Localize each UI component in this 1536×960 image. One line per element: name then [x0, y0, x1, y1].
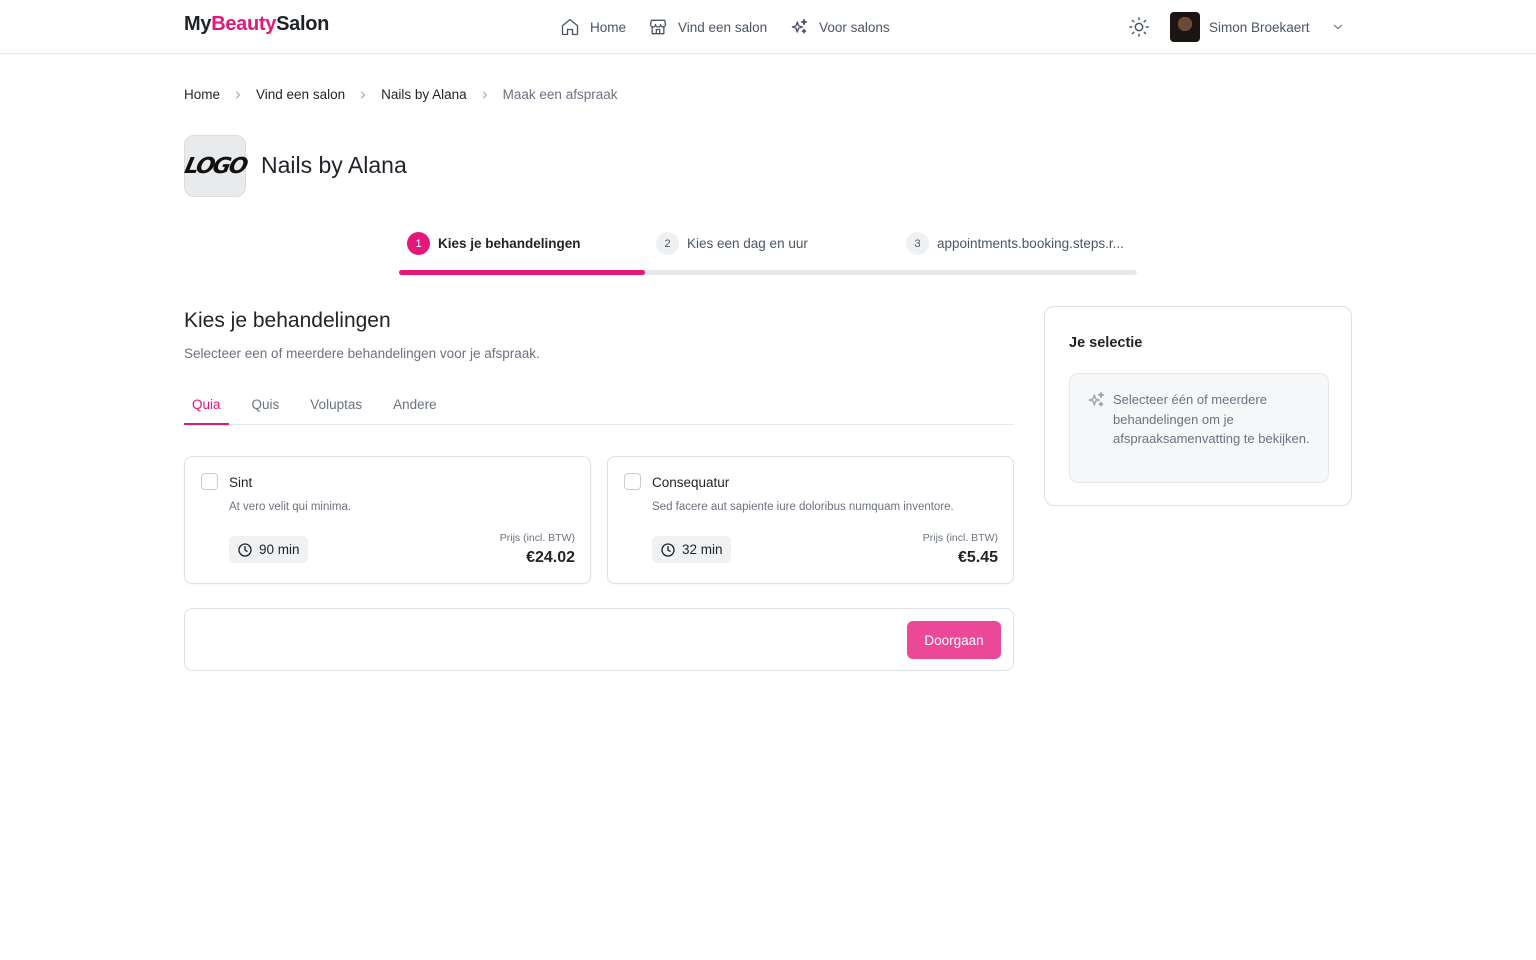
nav-home[interactable]: Home — [560, 15, 626, 39]
selection-empty-state: Selecteer één of meerdere behandelingen … — [1069, 373, 1329, 483]
treatment-card[interactable]: Sint At vero velit qui minima. 90 min Pr… — [184, 456, 591, 584]
tab-voluptas[interactable]: Voluptas — [302, 386, 370, 425]
selection-panel: Je selectie Selecteer één of meerdere be… — [1044, 306, 1352, 506]
price-label: Prijs (incl. BTW) — [922, 532, 998, 544]
breadcrumb-current: Maak een afspraak — [502, 87, 618, 102]
treatment-checkbox[interactable] — [201, 473, 218, 490]
step-number: 2 — [656, 232, 679, 255]
brand-logo[interactable]: MyBeautySalon — [184, 13, 329, 36]
sparkles-icon — [791, 18, 808, 34]
treatment-description: At vero velit qui minima. — [229, 501, 352, 513]
selection-empty-text: Selecteer één of meerdere behandelingen … — [1113, 392, 1310, 446]
chevron-right-icon — [236, 91, 241, 98]
chevron-right-icon — [361, 91, 366, 98]
salon-name: Nails by Alana — [261, 152, 407, 178]
step-number: 1 — [407, 232, 430, 255]
nav-home-label: Home — [590, 19, 627, 35]
step-label: appointments.booking.steps.r... — [937, 236, 1124, 251]
treatment-name: Sint — [229, 475, 253, 490]
duration-text: 90 min — [259, 542, 300, 557]
duration-badge: 90 min — [229, 536, 308, 563]
treatment-description: Sed facere aut sapiente iure doloribus n… — [652, 501, 954, 513]
treatment-name: Consequatur — [652, 475, 730, 490]
brand-prefix: My — [184, 13, 212, 35]
booking-stepper: 1 Kies je behandelingen 2 Kies een dag e… — [399, 232, 1137, 276]
treatment-card[interactable]: Consequatur Sed facere aut sapiente iure… — [607, 456, 1014, 584]
home-icon — [561, 18, 579, 36]
step-treatments[interactable]: 1 Kies je behandelingen — [407, 232, 581, 255]
nav-for-salons-label: Voor salons — [819, 19, 890, 35]
step-progress-track — [399, 270, 1137, 275]
tab-andere[interactable]: Andere — [385, 386, 445, 425]
action-bar: Doorgaan — [184, 608, 1014, 671]
brand-suffix: Salon — [276, 13, 330, 35]
category-tabs: Quia Quis Voluptas Andere — [184, 386, 1014, 425]
avatar — [1170, 12, 1200, 42]
store-icon — [649, 19, 667, 35]
nav-find-salon-label: Vind een salon — [678, 19, 768, 35]
price-value: €24.02 — [526, 549, 575, 566]
price-label: Prijs (incl. BTW) — [499, 532, 575, 544]
clock-icon — [238, 542, 252, 557]
main-nav: Home Vind een salon Voor salons — [560, 15, 890, 39]
chevron-right-icon — [482, 91, 487, 98]
step-review[interactable]: 3 appointments.booking.steps.r... — [906, 232, 1124, 255]
salon-logo-text: LOGO — [181, 153, 249, 179]
duration-text: 32 min — [682, 542, 723, 557]
step-progress-fill — [399, 270, 645, 275]
step-label: Kies je behandelingen — [438, 236, 581, 251]
nav-for-salons[interactable]: Voor salons — [789, 15, 890, 39]
breadcrumb-find-salon[interactable]: Vind een salon — [256, 87, 345, 102]
tab-quis[interactable]: Quis — [244, 386, 288, 425]
price-value: €5.45 — [957, 549, 998, 566]
continue-button[interactable]: Doorgaan — [907, 621, 1001, 659]
step-number: 3 — [906, 232, 929, 255]
sun-icon[interactable] — [1128, 16, 1150, 38]
selection-title: Je selectie — [1069, 335, 1143, 351]
clock-icon — [661, 542, 675, 557]
sparkles-icon — [1088, 391, 1105, 407]
breadcrumb-home[interactable]: Home — [184, 87, 220, 102]
duration-badge: 32 min — [652, 536, 731, 563]
chevron-down-icon — [1333, 24, 1342, 30]
brand-accent: Beauty — [211, 13, 277, 35]
section-title: Kies je behandelingen — [184, 309, 391, 332]
breadcrumb-salon[interactable]: Nails by Alana — [381, 87, 467, 102]
top-navbar: MyBeautySalon Home Vind een salon Voor s… — [0, 0, 1536, 54]
tab-quia[interactable]: Quia — [184, 386, 229, 425]
user-menu[interactable]: Simon Broekaert — [1170, 12, 1345, 42]
treatment-checkbox[interactable] — [624, 473, 641, 490]
step-label: Kies een dag en uur — [687, 236, 808, 251]
step-date-time[interactable]: 2 Kies een dag en uur — [656, 232, 808, 255]
section-subtitle: Selecteer een of meerdere behandelingen … — [184, 346, 540, 361]
nav-find-salon[interactable]: Vind een salon — [648, 15, 767, 39]
user-name: Simon Broekaert — [1209, 19, 1310, 35]
salon-logo: LOGO — [181, 135, 249, 197]
breadcrumb: Home Vind een salon Nails by Alana Maak … — [184, 87, 617, 102]
